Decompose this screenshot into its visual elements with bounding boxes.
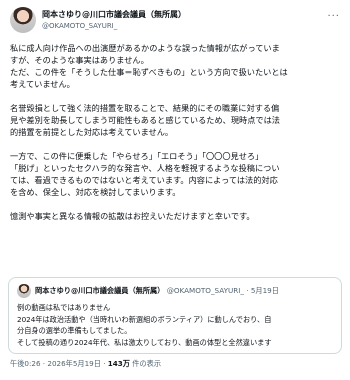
post-line: 憶測や事実と異なる情報の拡散はお控えいただけますと幸いです。: [10, 211, 255, 221]
quoted-avatar: [17, 284, 31, 298]
post-meta: 午後0:26 · 2026年5月19日 · 143万 件の表示: [10, 359, 161, 369]
quoted-date: 5月19日: [250, 286, 279, 295]
post-line: を含め、保全し、対応を検討してまいります。: [10, 187, 181, 197]
quoted-author-name: 岡本さゆり@川口市議会議員（無所属）: [35, 286, 165, 295]
post-line: 見や差別を助長してしまう可能性もあると感じているため、現時点では法: [10, 115, 280, 125]
quoted-author-handle: @OKAMOTO_SAYURI_: [166, 286, 244, 295]
author-handle[interactable]: @OKAMOTO_SAYURI_: [42, 22, 117, 30]
ellipsis-icon[interactable]: ···: [327, 11, 340, 22]
post-line: すが、そのような事実はありません。: [10, 55, 149, 65]
quoted-line: そして投稿の通り2024年代、私は激太りしており、動画の体型と全然違います: [17, 337, 272, 347]
avatar[interactable]: [10, 7, 36, 33]
quoted-body: 例の動画は私ではありません 2024年は政治活動や（当時れいわ新選組のボランティ…: [17, 302, 337, 348]
author-name[interactable]: 岡本さゆり@川口市議会議員（無所属）: [42, 9, 186, 20]
post-line: 一方で、この件に便乗した「やらせろ」「エロそう」「〇〇〇見せろ」: [10, 151, 264, 161]
quoted-post[interactable]: 岡本さゆり@川口市議会議員（無所属） @OKAMOTO_SAYURI_ · 5月…: [8, 277, 342, 354]
quoted-line: 2024年は政治活動や（当時れいわ新選組のボランティア）に動しんでおり、自: [17, 314, 272, 324]
post-line: ては、看過できるものではないと考えています。内容によっては法的対応: [10, 175, 278, 185]
post-header: 岡本さゆり@川口市議会議員（無所属） @OKAMOTO_SAYURI_ ···: [10, 7, 340, 37]
post-line: 「脱げ」といったセクハラ的な発言や、人格を軽視するような投稿につい: [10, 163, 280, 173]
post-timestamp[interactable]: 午後0:26 · 2026年5月19日 ·: [10, 359, 108, 368]
post-body: 私に成人向け作品への出演歴があるかのような誤った情報が広がっていま すが、そのよ…: [10, 42, 346, 222]
post-line: 私に成人向け作品への出演歴があるかのような誤った情報が広がっていま: [10, 43, 280, 53]
post-line: 考えていません。: [10, 79, 75, 89]
quoted-line: 例の動画は私ではありません: [17, 303, 111, 312]
quoted-header: 岡本さゆり@川口市議会議員（無所属） @OKAMOTO_SAYURI_ · 5月…: [35, 286, 279, 295]
views-label: 件の表示: [130, 359, 162, 368]
post-line: 的措置を前提とした対応は考えていません。: [10, 127, 174, 137]
views-count: 143万: [107, 359, 130, 368]
quoted-line: 分自身の選挙の準備もしてました。: [17, 326, 132, 335]
post-line: ただ、この件を「そうした仕事＝恥ずべきもの」という方向で扱いたいとは: [10, 67, 288, 77]
post-line: 名誉毀損として強く法的措置を取ることで、結果的にその職業に対する偏: [10, 103, 280, 113]
